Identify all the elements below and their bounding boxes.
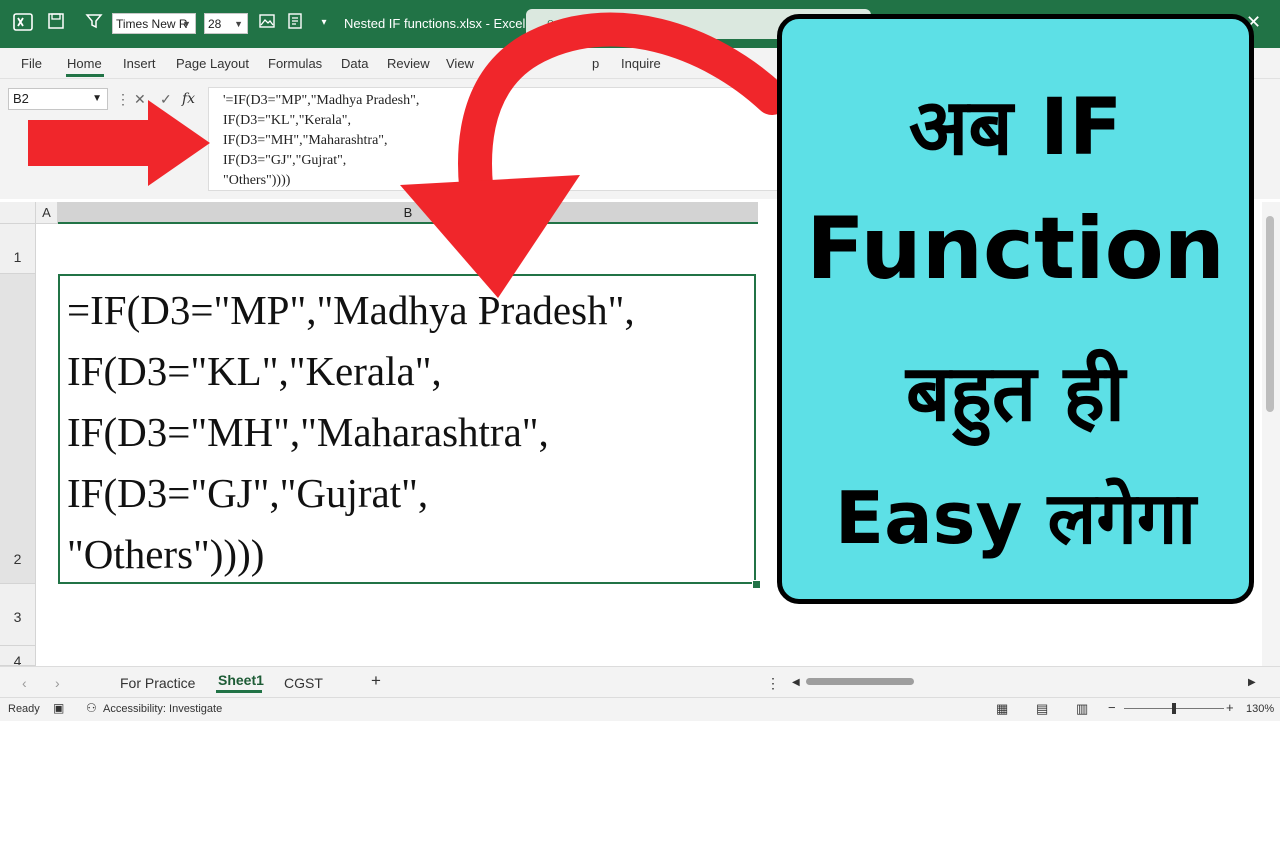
cell-b2[interactable]: =IF(D3="MP","Madhya Pradesh", IF(D3="KL"… bbox=[58, 274, 756, 584]
pointer-arrow-icon bbox=[28, 100, 210, 186]
picture-icon[interactable] bbox=[256, 12, 278, 34]
normal-view-icon[interactable]: ▦ bbox=[996, 701, 1008, 717]
overlay-line-1: अब IF bbox=[908, 83, 1123, 173]
font-size-value: 28 bbox=[208, 17, 222, 31]
sheet-tab-bar: ‹ › For Practice Sheet1 CGST + ⋮ ◀ ▶ bbox=[0, 666, 1280, 697]
active-sheet-indicator bbox=[216, 690, 262, 693]
zoom-slider-knob[interactable] bbox=[1172, 703, 1176, 714]
overlay-line-2: Function bbox=[806, 199, 1225, 299]
font-name-value: Times New R bbox=[116, 17, 188, 31]
font-name-dropdown[interactable]: Times New R ▼ bbox=[112, 13, 196, 34]
scroll-thumb[interactable] bbox=[1266, 216, 1274, 412]
cell-line: IF(D3="GJ","Gujrat", bbox=[67, 470, 429, 516]
chevron-down-icon: ▼ bbox=[182, 19, 191, 29]
tab-page-layout[interactable]: Page Layout bbox=[176, 56, 249, 71]
accessibility-icon[interactable]: ⚇ bbox=[86, 701, 97, 715]
cell-line: IF(D3="MH","Maharashtra", bbox=[67, 409, 549, 455]
row-header-4[interactable]: 4 bbox=[0, 646, 36, 666]
customize-toolbar-icon[interactable]: ▾ bbox=[313, 12, 335, 34]
next-sheet-icon[interactable]: › bbox=[55, 675, 60, 691]
curved-arrow-icon bbox=[400, 12, 789, 298]
scroll-right-icon[interactable]: ▶ bbox=[1248, 677, 1256, 688]
zoom-out-button[interactable]: − bbox=[1108, 700, 1116, 715]
tab-data[interactable]: Data bbox=[341, 56, 368, 71]
page-break-view-icon[interactable]: ▥ bbox=[1076, 701, 1088, 717]
more-options-icon[interactable]: ⋮ bbox=[766, 675, 780, 692]
tab-home[interactable]: Home bbox=[67, 56, 102, 71]
overlay-card: अब IF Function बहुत ही Easy लगेगा bbox=[777, 14, 1254, 604]
filter-icon[interactable] bbox=[83, 12, 105, 34]
row-header-3[interactable]: 3 bbox=[0, 584, 36, 646]
horizontal-scroll-thumb[interactable] bbox=[806, 678, 914, 685]
font-size-dropdown[interactable]: 28 ▼ bbox=[204, 13, 248, 34]
overlay-line-4: Easy लगेगा bbox=[834, 476, 1197, 560]
zoom-level[interactable]: 130% bbox=[1246, 703, 1274, 715]
cell-line: "Others")))) bbox=[67, 531, 265, 577]
scroll-left-icon[interactable]: ◀ bbox=[792, 677, 800, 688]
tab-file[interactable]: File bbox=[21, 56, 42, 71]
active-tab-indicator bbox=[66, 74, 104, 77]
cell-line: IF(D3="KL","Kerala", bbox=[67, 348, 442, 394]
status-ready: Ready bbox=[8, 703, 40, 715]
tab-formulas[interactable]: Formulas bbox=[268, 56, 322, 71]
vertical-scrollbar[interactable] bbox=[1262, 202, 1280, 666]
add-sheet-button[interactable]: + bbox=[371, 671, 381, 691]
chevron-down-icon: ▼ bbox=[234, 19, 243, 29]
form-icon[interactable] bbox=[284, 12, 306, 34]
status-bar: Ready ▣ ⚇ Accessibility: Investigate ▦ ▤… bbox=[0, 697, 1280, 721]
tab-insert[interactable]: Insert bbox=[123, 56, 156, 71]
row-header-1[interactable]: 1 bbox=[0, 224, 36, 274]
overlay-line-3: बहुत ही bbox=[905, 349, 1126, 439]
sheet-tab-cgst[interactable]: CGST bbox=[284, 675, 323, 691]
accessibility-status[interactable]: Accessibility: Investigate bbox=[103, 703, 222, 715]
macro-record-icon[interactable]: ▣ bbox=[53, 701, 64, 715]
select-all-corner[interactable] bbox=[0, 202, 36, 224]
row-header-2[interactable]: 2 bbox=[0, 274, 36, 584]
page-layout-view-icon[interactable]: ▤ bbox=[1036, 701, 1048, 717]
excel-logo-icon bbox=[12, 12, 34, 34]
sheet-tab-sheet1[interactable]: Sheet1 bbox=[218, 672, 264, 688]
fill-handle[interactable] bbox=[752, 580, 761, 589]
name-box-value: B2 bbox=[13, 91, 29, 106]
sheet-tab-for-practice[interactable]: For Practice bbox=[120, 675, 195, 691]
save-icon[interactable] bbox=[45, 12, 67, 34]
column-header-a[interactable]: A bbox=[36, 202, 58, 224]
zoom-in-button[interactable]: + bbox=[1226, 700, 1234, 715]
prev-sheet-icon[interactable]: ‹ bbox=[22, 675, 27, 691]
